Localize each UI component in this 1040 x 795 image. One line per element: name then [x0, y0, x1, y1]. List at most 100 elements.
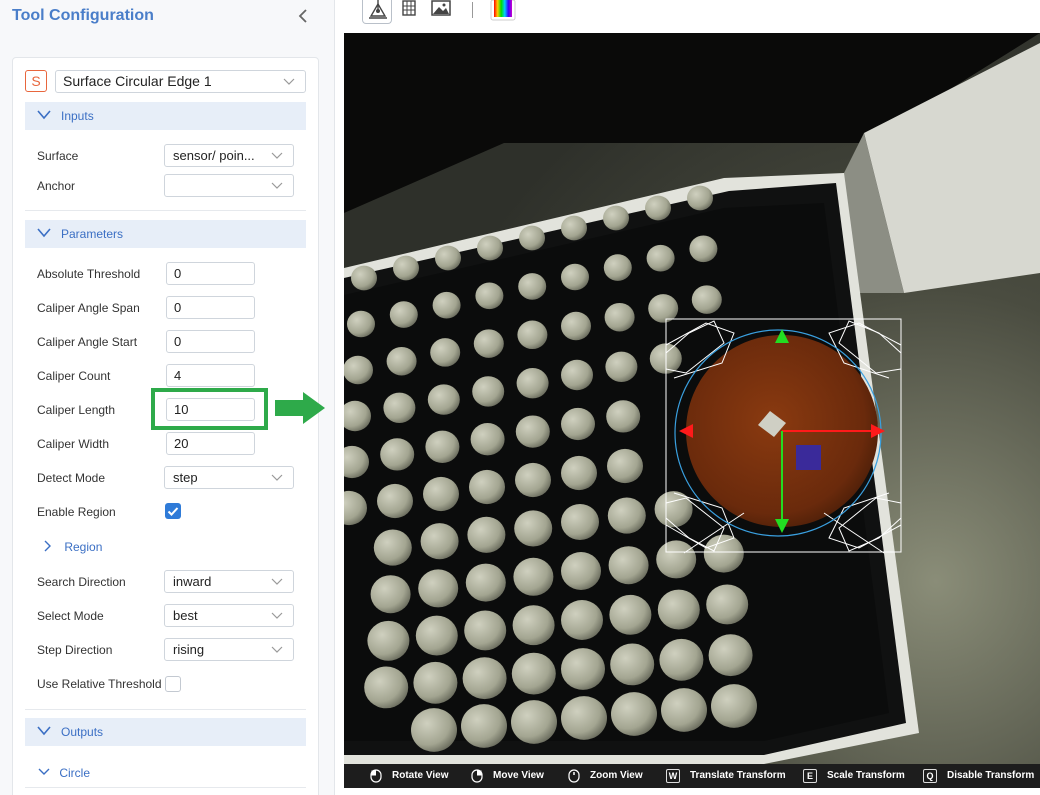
chevron-down-icon — [283, 78, 295, 85]
plate-hole — [611, 692, 657, 736]
plate-hole — [659, 638, 704, 681]
plate-hole — [423, 476, 459, 512]
grid-button[interactable] — [394, 0, 424, 24]
surface-value: sensor/ poin... — [173, 148, 255, 163]
gizmo-center-handle[interactable] — [796, 445, 821, 470]
scale-transform-label: Scale Transform — [827, 770, 905, 781]
plate-hole — [464, 610, 507, 651]
zoom-view-label: Zoom View — [590, 770, 643, 781]
divider — [25, 210, 306, 211]
use-relative-threshold-checkbox[interactable] — [165, 676, 181, 692]
search-direction-dropdown[interactable]: inward — [164, 570, 294, 593]
select-mode-label: Select Mode — [37, 609, 104, 623]
plate-hole — [517, 320, 548, 350]
tool-select-dropdown[interactable]: Surface Circular Edge 1 — [55, 70, 306, 93]
anchor-dropdown[interactable] — [164, 174, 294, 197]
tool-configuration-panel: Tool Configuration S Surface Circular Ed… — [0, 0, 335, 795]
absolute-threshold-label: Absolute Threshold — [37, 267, 141, 281]
plate-hole — [604, 302, 635, 332]
plate-hole — [706, 584, 749, 625]
collapse-panel-button[interactable] — [296, 6, 312, 26]
plate-hole — [516, 368, 549, 399]
caliper-width-input[interactable]: 20 — [166, 432, 255, 455]
enable-region-checkbox[interactable] — [165, 503, 181, 519]
chevron-down-icon — [271, 646, 283, 653]
section-inputs-label: Inputs — [61, 109, 94, 123]
plate-hole — [519, 225, 545, 251]
plate-hole — [512, 605, 555, 646]
caliper-width-label: Caliper Width — [37, 437, 110, 451]
plate-hole — [561, 215, 587, 241]
surface-label: Surface — [37, 149, 79, 163]
plate-hole — [603, 205, 629, 231]
plate-hole — [610, 643, 655, 686]
plate-hole — [605, 351, 638, 382]
step-direction-dropdown[interactable]: rising — [164, 638, 294, 661]
circle-output-expander[interactable]: Circle — [38, 766, 90, 780]
plate-hole — [511, 700, 557, 744]
plate-hole — [561, 648, 605, 690]
plate-hole — [561, 503, 599, 541]
step-direction-value: rising — [173, 642, 205, 657]
image-button[interactable] — [426, 0, 456, 24]
detect-mode-value: step — [173, 470, 198, 485]
tool-type-badge: S — [25, 70, 47, 92]
region-expander[interactable]: Region — [43, 540, 102, 554]
color-spectrum-button[interactable] — [488, 0, 518, 24]
key-e-badge: E — [803, 769, 817, 783]
plate-hole — [393, 255, 419, 281]
section-inputs-header[interactable]: Inputs — [25, 102, 306, 130]
section-outputs-header[interactable]: Outputs — [25, 718, 306, 746]
caliper-angle-start-input[interactable]: 0 — [166, 330, 255, 353]
mouse-wheel-icon — [568, 769, 580, 783]
plate-hole — [711, 684, 757, 728]
plate-hole — [661, 688, 707, 732]
plate-hole — [344, 355, 373, 385]
plate-hole — [461, 704, 507, 748]
plate-hole — [364, 666, 409, 709]
divider — [25, 787, 306, 788]
bottom-strip — [344, 788, 1040, 795]
plate-hole — [383, 392, 416, 423]
3d-viewport[interactable] — [344, 33, 1040, 764]
plate-hole — [389, 301, 418, 328]
plate-hole — [513, 557, 554, 596]
detect-mode-dropdown[interactable]: step — [164, 466, 294, 489]
section-parameters-header[interactable]: Parameters — [25, 220, 306, 248]
viewport-toolbar — [336, 0, 1040, 33]
plate-hole — [430, 338, 461, 367]
anchor-label: Anchor — [37, 179, 76, 193]
plate-hole — [518, 273, 547, 300]
chevron-down-icon — [271, 152, 283, 159]
plate-hole — [561, 407, 595, 441]
plate-hole — [435, 245, 461, 271]
chevron-down-icon — [271, 182, 283, 189]
chevron-down-icon — [38, 768, 50, 775]
move-view-label: Move View — [493, 770, 544, 781]
transform-gizmo-button[interactable] — [362, 0, 392, 24]
plate-hole — [703, 534, 744, 573]
tool-name: Surface Circular Edge 1 — [63, 73, 212, 89]
plate-hole — [515, 415, 550, 448]
checkmark-icon — [167, 507, 179, 516]
plate-hole — [691, 285, 722, 314]
plate-hole — [607, 448, 643, 484]
surface-dropdown[interactable]: sensor/ poin... — [164, 144, 294, 167]
plate-hole — [473, 329, 504, 358]
point-cloud-scene — [344, 33, 1040, 764]
chevron-down-icon — [37, 110, 51, 120]
plate-hole — [470, 423, 505, 456]
plate-hole — [380, 438, 415, 471]
plate-hole — [648, 294, 679, 323]
caliper-length-label: Caliper Length — [37, 403, 116, 417]
section-outputs-label: Outputs — [61, 725, 104, 739]
caliper-count-input[interactable]: 4 — [166, 364, 255, 387]
plate-hole — [689, 235, 718, 263]
plate-hole — [415, 615, 458, 656]
panel-header: Tool Configuration — [0, 0, 335, 34]
caliper-angle-span-input[interactable]: 0 — [166, 296, 255, 319]
select-mode-dropdown[interactable]: best — [164, 604, 294, 627]
absolute-threshold-input[interactable]: 0 — [166, 262, 255, 285]
chevron-down-icon — [271, 474, 283, 481]
use-relative-threshold-label: Use Relative Threshold — [37, 677, 162, 691]
